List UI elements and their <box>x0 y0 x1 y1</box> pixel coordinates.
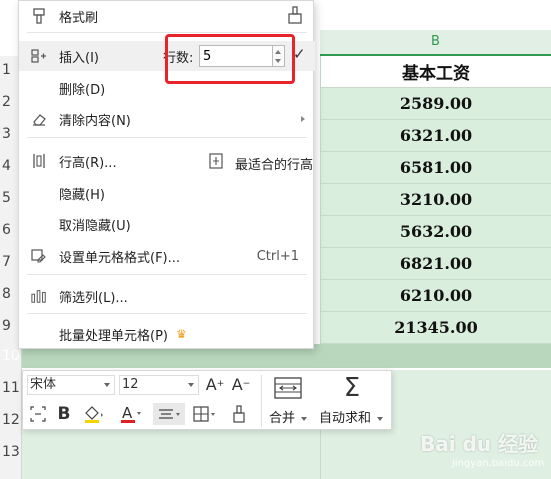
cell[interactable]: 2589.00 <box>320 88 551 120</box>
chevron-down-icon <box>104 383 110 387</box>
menu-item-label: 取消隐藏(U) <box>59 218 131 234</box>
cell[interactable]: 6321.00 <box>320 120 551 152</box>
submenu-arrow-icon <box>301 116 305 122</box>
menu-item-best-fit-row-height[interactable]: 最适合的行高 <box>209 153 313 173</box>
menu-item-format-painter[interactable]: 格式刷 <box>19 1 315 31</box>
font-family-select[interactable]: 宋体 <box>27 375 115 395</box>
baidu-watermark-logo: Bai du 经验 <box>420 432 539 456</box>
row-number[interactable]: 12 <box>0 412 22 428</box>
merge-icon[interactable] <box>271 375 305 401</box>
menu-item-label: 最适合的行高 <box>235 157 314 173</box>
sigma-icon[interactable]: Σ <box>337 373 367 403</box>
cell-total[interactable]: 21345.00 <box>320 312 551 344</box>
menu-separator <box>27 313 307 314</box>
menu-item-label: 隐藏(H) <box>59 187 105 203</box>
mini-toolbar: 宋体 12 A + A − B A 合并 Σ 自动求和 <box>22 370 392 430</box>
row-number[interactable]: 11 <box>0 380 22 396</box>
menu-item-label: 格式刷 <box>59 10 99 26</box>
eraser-icon <box>31 111 47 127</box>
menu-item-label: 清除内容(N) <box>59 113 131 129</box>
cell[interactable]: 3210.00 <box>320 184 551 216</box>
watermark-url: jingyan.baidu.com <box>452 458 545 469</box>
increase-font-icon[interactable]: A + <box>203 373 227 395</box>
borders-button[interactable] <box>191 403 219 425</box>
font-size-select[interactable]: 12 <box>119 375 199 395</box>
menu-item-unhide[interactable]: 取消隐藏(U) <box>19 209 315 239</box>
format-painter-icon <box>31 8 47 24</box>
insert-rows-icon <box>31 48 47 64</box>
cell[interactable]: 6210.00 <box>320 280 551 312</box>
fill-color-button[interactable] <box>79 403 109 425</box>
menu-item-format-cells[interactable]: 设置单元格格式(F)... Ctrl+1 <box>19 241 315 271</box>
filter-columns-icon <box>31 288 47 304</box>
row-height-icon <box>31 153 47 169</box>
font-family-value: 宋体 <box>30 377 57 392</box>
bold-button[interactable]: B <box>53 403 75 425</box>
font-color-button[interactable]: A <box>117 403 145 425</box>
menu-item-batch-process[interactable]: 批量处理单元格(P) ♛ <box>19 319 315 349</box>
menu-item-label: 筛选列(L)... <box>59 290 128 306</box>
autosum-button[interactable]: 自动求和 <box>319 407 384 426</box>
menu-item-filter-columns[interactable]: 筛选列(L)... <box>19 281 315 311</box>
cell[interactable]: 6581.00 <box>320 152 551 184</box>
shortcut-label: Ctrl+1 <box>256 248 299 264</box>
format-painter-icon[interactable] <box>227 403 251 425</box>
row-number-selected[interactable]: 10 <box>0 348 22 364</box>
context-menu: 格式刷 插入(I) 行数: ✓ 删除(D) 清除内容(N) 行高(R)... <box>18 0 315 349</box>
menu-item-label: 批量处理单元格(P) <box>59 328 168 344</box>
column-b-cells: 基本工资 2589.00 6321.00 6581.00 3210.00 563… <box>320 56 551 344</box>
chevron-down-icon <box>377 416 384 421</box>
merge-button[interactable]: 合并 <box>269 407 308 426</box>
chevron-down-icon <box>301 416 308 421</box>
menu-item-delete[interactable]: 删除(D) <box>19 73 315 103</box>
menu-separator <box>27 274 307 275</box>
brush-icon[interactable] <box>285 5 305 29</box>
chevron-down-icon <box>188 383 194 387</box>
menu-item-clear-contents[interactable]: 清除内容(N) <box>19 104 315 134</box>
merge-label: 合并 <box>269 411 296 426</box>
cell-style-icon[interactable] <box>27 403 49 425</box>
svg-text:A: A <box>122 404 133 422</box>
toolbar-separator <box>261 375 262 427</box>
font-size-value: 12 <box>122 377 139 392</box>
cell[interactable]: 5632.00 <box>320 216 551 248</box>
align-center-button[interactable] <box>153 403 185 425</box>
menu-separator <box>27 32 307 33</box>
menu-separator <box>27 137 307 138</box>
autosum-label: 自动求和 <box>319 411 372 426</box>
row-number[interactable]: 13 <box>0 444 22 460</box>
cell-header-salary[interactable]: 基本工资 <box>320 56 551 88</box>
best-fit-icon <box>209 153 223 173</box>
menu-item-hide[interactable]: 隐藏(H) <box>19 178 315 208</box>
decrease-font-icon[interactable]: A − <box>229 373 253 395</box>
crown-icon: ♛ <box>175 327 187 341</box>
format-cells-icon <box>31 248 47 264</box>
cell[interactable]: 6821.00 <box>320 248 551 280</box>
column-header-b[interactable]: B <box>320 30 551 56</box>
menu-item-label: 删除(D) <box>59 82 106 98</box>
